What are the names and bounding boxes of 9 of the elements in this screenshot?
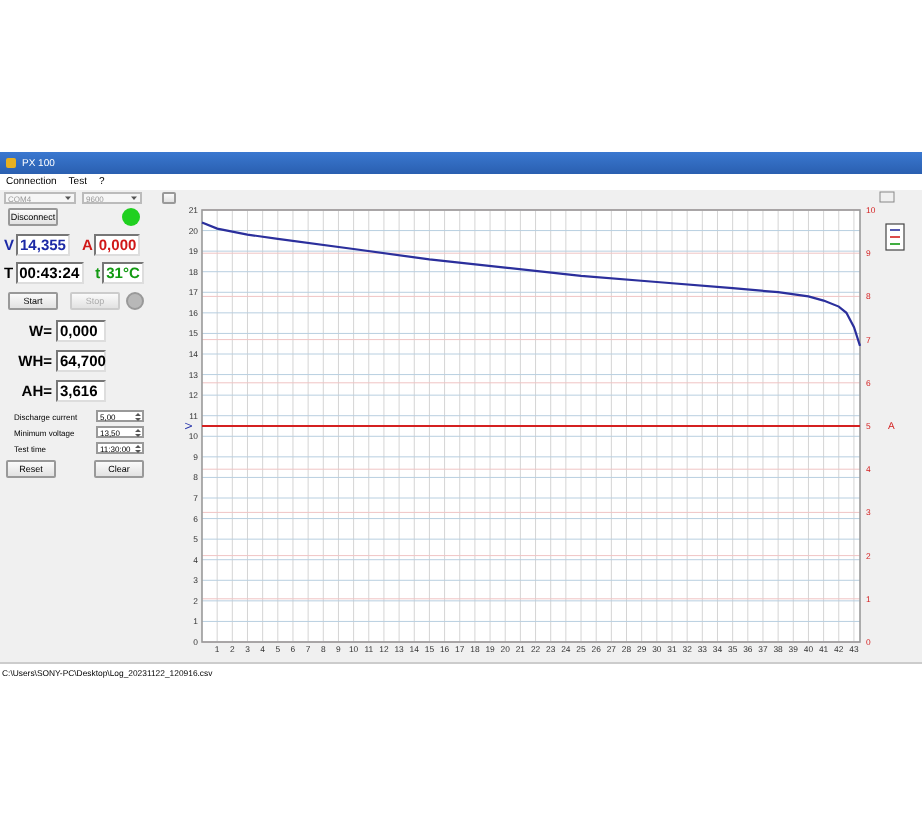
small-button[interactable] <box>879 191 895 203</box>
spin-arrows-icon <box>134 411 142 421</box>
app-icon <box>6 158 16 168</box>
dropdown-arrow-icon <box>64 194 72 202</box>
spin-arrows-icon <box>134 427 142 437</box>
legend-icon <box>885 223 905 251</box>
dropdown-arrow-icon <box>130 194 138 202</box>
spin-arrows-icon <box>134 443 142 453</box>
small-button[interactable] <box>162 192 176 204</box>
